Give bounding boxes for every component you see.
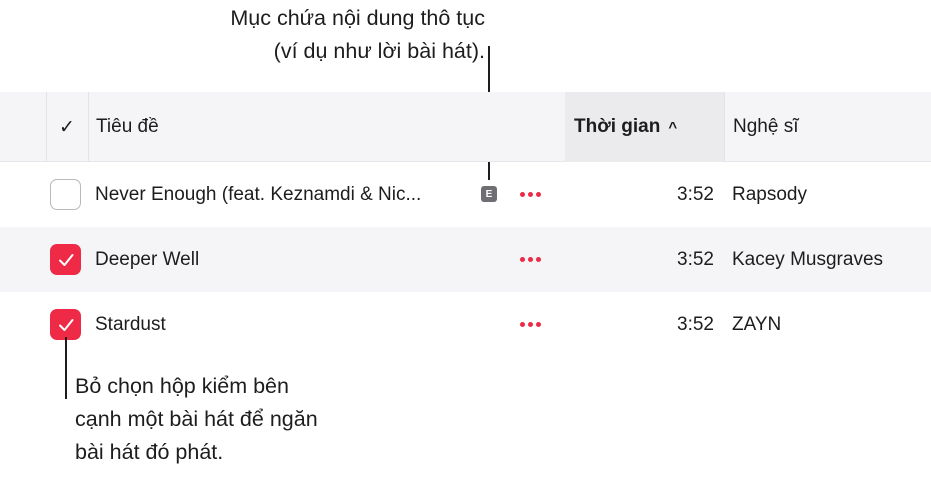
header-title-column[interactable]: Tiêu đề	[96, 92, 159, 162]
song-artist: Rapsody	[732, 183, 807, 205]
header-artist-column[interactable]: Nghệ sĩ	[733, 92, 798, 162]
header-check-column[interactable]: ✓	[46, 92, 88, 162]
header-time-column[interactable]: Thời gian ^	[565, 92, 724, 162]
ellipsis-icon[interactable]	[520, 227, 541, 292]
song-row[interactable]: Never Enough (feat. Keznamdi & Nic... E …	[0, 162, 931, 227]
song-list-header: ✓ Tiêu đề Thời gian ^ Nghệ sĩ	[0, 92, 931, 162]
ellipsis-icon[interactable]	[520, 292, 541, 357]
song-artist: ZAYN	[732, 313, 782, 335]
ellipsis-icon[interactable]	[520, 162, 541, 227]
song-duration: 3:52	[677, 183, 714, 205]
column-divider	[724, 92, 725, 162]
song-title: Deeper Well	[95, 248, 200, 270]
song-checkbox-checked[interactable]	[50, 244, 81, 275]
song-title: Stardust	[95, 313, 166, 335]
song-duration: 3:52	[677, 248, 714, 270]
callout-checkbox-pointer	[65, 337, 67, 399]
header-title-label: Tiêu đề	[96, 116, 159, 137]
header-time-label: Thời gian	[574, 116, 661, 137]
song-row[interactable]: Deeper Well 3:52 Kacey Musgraves	[0, 227, 931, 292]
checkmark-icon	[58, 318, 73, 331]
song-artist: Kacey Musgraves	[732, 248, 884, 270]
song-list: ✓ Tiêu đề Thời gian ^ Nghệ sĩ Never Enou…	[0, 92, 931, 357]
header-artist-label: Nghệ sĩ	[733, 116, 799, 137]
song-checkbox-checked[interactable]	[50, 309, 81, 340]
sort-ascending-icon: ^	[668, 118, 678, 136]
song-duration: 3:52	[677, 313, 714, 335]
callout-checkbox: Bỏ chọn hộp kiểm bên cạnh một bài hát để…	[75, 370, 318, 469]
checkmark-icon	[58, 253, 73, 266]
callout-explicit: Mục chứa nội dung thô tục (ví dụ như lời…	[230, 2, 485, 68]
column-divider	[46, 92, 47, 162]
checkmark-icon: ✓	[59, 116, 75, 138]
column-divider	[88, 92, 89, 162]
callout-explicit-line-2: (ví dụ như lời bài hát).	[273, 39, 485, 63]
explicit-badge-icon: E	[481, 186, 497, 202]
callout-checkbox-line-3: bài hát đó phát.	[75, 440, 224, 464]
callout-checkbox-line-1: Bỏ chọn hộp kiểm bên	[75, 374, 289, 398]
callout-explicit-line-1: Mục chứa nội dung thô tục	[230, 6, 485, 30]
song-checkbox-unchecked[interactable]	[50, 179, 81, 210]
callout-checkbox-line-2: cạnh một bài hát để ngăn	[75, 407, 318, 431]
song-row[interactable]: Stardust 3:52 ZAYN	[0, 292, 931, 357]
song-title: Never Enough (feat. Keznamdi & Nic...	[95, 183, 422, 205]
